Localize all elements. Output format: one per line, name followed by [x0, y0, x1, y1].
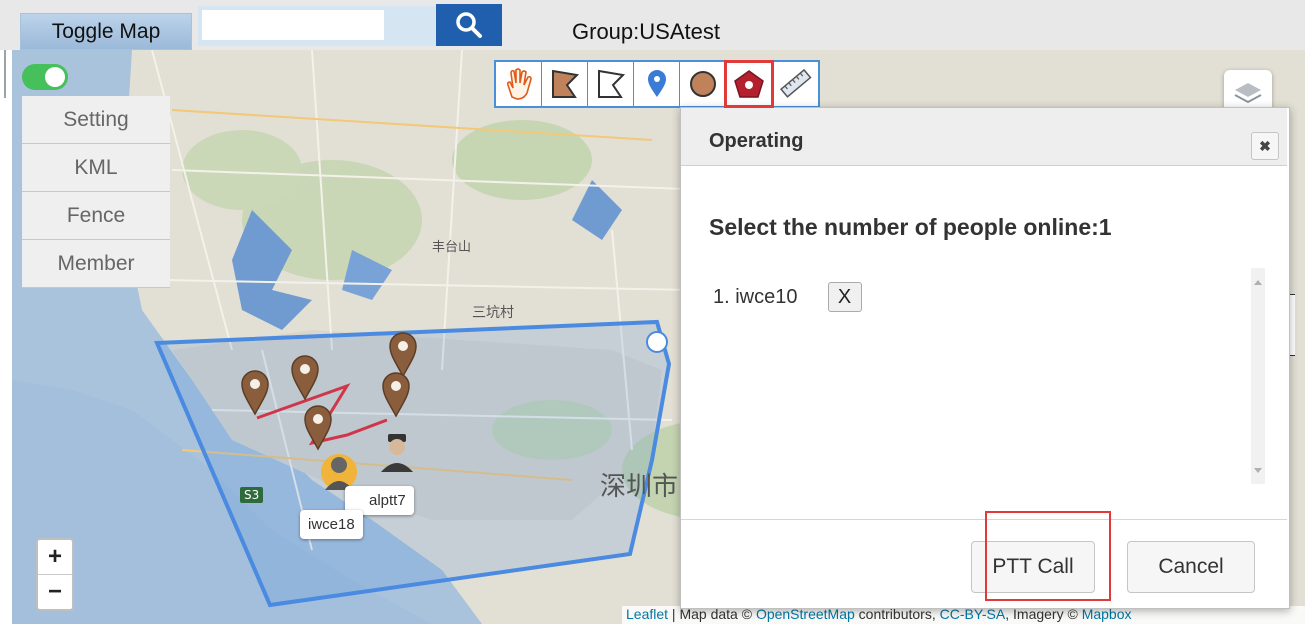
pentagon-icon: [733, 70, 764, 98]
ruler-icon: [780, 68, 812, 98]
search-input[interactable]: [202, 10, 384, 40]
marker-icon: [647, 70, 666, 97]
scroll-down-arrow[interactable]: [1254, 468, 1262, 473]
map-label-sankeng: 三坑村: [472, 305, 514, 321]
map-label-shenzhen: 深圳市: [600, 472, 679, 502]
circle-icon: [689, 71, 716, 97]
close-icon: ✖: [1259, 137, 1271, 154]
pan-tool-button[interactable]: [496, 62, 542, 106]
map-label-fenghuang: 丰台山: [432, 240, 472, 255]
search-icon: [456, 12, 482, 38]
draw-marker-button[interactable]: [634, 62, 680, 106]
dialog-header: Operating ✖: [681, 108, 1287, 166]
draw-pentagon-button[interactable]: [724, 60, 774, 108]
online-count-heading: Select the number of people online:1: [709, 214, 1112, 240]
leaflet-link[interactable]: Leaflet: [626, 606, 668, 622]
draw-circle-button[interactable]: [680, 62, 726, 106]
zoom-in-button[interactable]: +: [38, 540, 72, 574]
group-label: Group:USAtest: [572, 19, 720, 44]
operating-dialog: Operating ✖ Select the number of people …: [680, 107, 1290, 609]
top-bar: Toggle Map Group:USAtest: [0, 0, 1305, 50]
left-edge: [0, 50, 12, 624]
ptt-call-button[interactable]: PTT Call: [971, 541, 1095, 593]
zoom-control: + −: [36, 538, 74, 611]
measure-button[interactable]: [772, 62, 818, 106]
layers-icon: [1234, 83, 1262, 104]
hand-icon: [506, 68, 532, 100]
dialog-title: Operating: [709, 130, 804, 152]
map-marker-2[interactable]: [290, 355, 320, 401]
cancel-button[interactable]: Cancel: [1127, 541, 1255, 593]
map-marker-4[interactable]: [381, 372, 411, 418]
search-button[interactable]: [436, 4, 502, 46]
left-edge-bar: [4, 50, 6, 98]
side-menu-member[interactable]: Member: [22, 240, 170, 288]
side-menu-setting[interactable]: Setting: [22, 96, 170, 144]
member-list: 1. iwce10 X: [695, 268, 1265, 484]
list-item: 1. iwce10 X: [713, 282, 862, 312]
tooltip-iwce18: iwce18: [300, 510, 363, 539]
zoom-out-button[interactable]: −: [38, 574, 72, 609]
list-scrollbar[interactable]: [1251, 268, 1265, 484]
scroll-up-arrow[interactable]: [1254, 280, 1262, 285]
draw-toolbar: [494, 60, 820, 108]
member-label: 1. iwce10: [713, 285, 798, 308]
map-marker-5[interactable]: [303, 405, 333, 451]
dialog-close-button[interactable]: ✖: [1251, 132, 1279, 160]
map-marker-1[interactable]: [240, 370, 270, 416]
toggle-map-button[interactable]: Toggle Map: [20, 13, 192, 50]
draw-polygon-fill-button[interactable]: [542, 62, 588, 106]
switch-knob: [45, 67, 65, 87]
polygon-fill-icon: [551, 69, 579, 98]
user-avatar-alptt7[interactable]: [377, 430, 417, 474]
remove-member-button[interactable]: X: [827, 282, 862, 312]
polygon-outline-icon: [597, 69, 625, 98]
dialog-footer-divider: [681, 519, 1287, 520]
side-menu-fence[interactable]: Fence: [22, 192, 170, 240]
draw-polygon-outline-button[interactable]: [588, 62, 634, 106]
side-menu-kml[interactable]: KML: [22, 144, 170, 192]
road-shield-s3: S3: [240, 487, 264, 503]
side-menu: Setting KML Fence Member: [22, 96, 170, 288]
map-toggle-switch[interactable]: [22, 64, 68, 90]
